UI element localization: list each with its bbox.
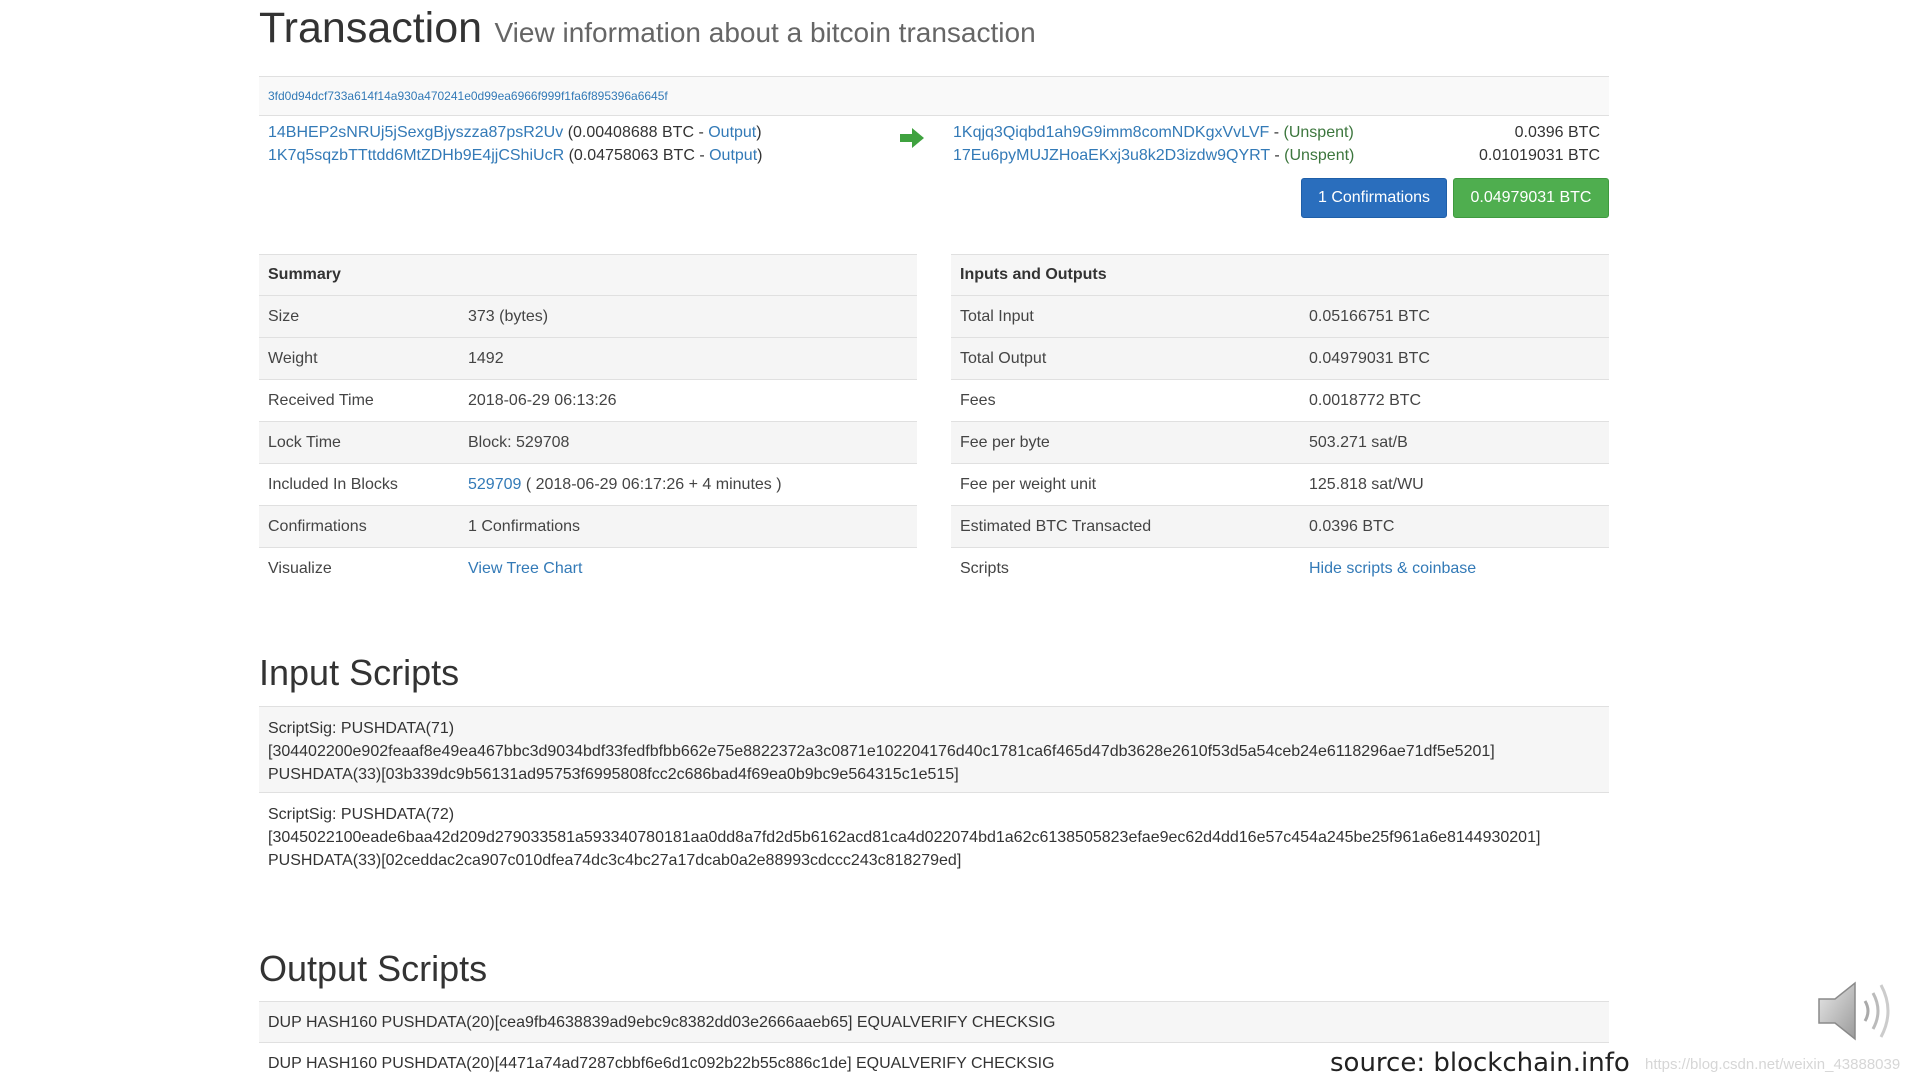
row-value: 2018-06-29 06:13:26 bbox=[459, 379, 917, 422]
row-label: Total Output bbox=[951, 337, 1300, 380]
page-header: Transaction View information about a bit… bbox=[259, 4, 1036, 53]
output-address-link[interactable]: 1Kqjq3Qiqbd1ah9G9imm8comNDKgxVvLVF bbox=[953, 124, 1269, 141]
row-label: Fees bbox=[951, 379, 1300, 422]
row-label: Visualize bbox=[259, 547, 459, 589]
summary-heading: Summary bbox=[259, 254, 917, 296]
input-scripts-title: Input Scripts bbox=[259, 652, 460, 693]
watermark: https://blog.csdn.net/weixin_43888039 bbox=[1645, 1056, 1901, 1073]
table-row: Size 373 (bytes) bbox=[259, 295, 917, 338]
output-sep: - bbox=[1269, 124, 1284, 141]
input-output-link[interactable]: Output bbox=[709, 147, 757, 164]
table-row: Total Input 0.05166751 BTC bbox=[951, 295, 1609, 338]
script-line: PUSHDATA(33)[02ceddac2ca907c010dfea74dc3… bbox=[268, 852, 962, 869]
row-label: Fee per weight unit bbox=[951, 463, 1300, 506]
tx-output-row: 1Kqjq3Qiqbd1ah9G9imm8comNDKgxVvLVF - (Un… bbox=[953, 124, 1354, 142]
row-value: 529709 ( 2018-06-29 06:17:26 + 4 minutes… bbox=[459, 463, 917, 506]
row-label: Included In Blocks bbox=[259, 463, 459, 506]
script-line: [304402200e902feaaf8e49ea467bbc3d9034bdf… bbox=[268, 743, 1495, 760]
tx-io-area: 14BHEP2sNRUj5jSexgBjyszza87psR2Uv (0.004… bbox=[259, 116, 1609, 222]
confirmations-button[interactable]: 1 Confirmations bbox=[1301, 178, 1447, 218]
row-label: Scripts bbox=[951, 547, 1300, 589]
table-row: Received Time 2018-06-29 06:13:26 bbox=[259, 379, 917, 422]
output-sep: - bbox=[1269, 147, 1285, 164]
script-line: ScriptSig: PUSHDATA(72) bbox=[268, 806, 455, 823]
row-label: Weight bbox=[259, 337, 459, 380]
table-row: Weight 1492 bbox=[259, 337, 917, 380]
output-script-row: DUP HASH160 PUSHDATA(20)[cea9fb4638839ad… bbox=[259, 1001, 1609, 1042]
table-row: Confirmations 1 Confirmations bbox=[259, 505, 917, 548]
row-value: View Tree Chart bbox=[459, 547, 917, 589]
row-label: Lock Time bbox=[259, 421, 459, 464]
row-value: 0.04979031 BTC bbox=[1300, 337, 1609, 380]
input-close: ) bbox=[756, 124, 762, 141]
page-title: Transaction bbox=[259, 4, 483, 52]
hide-scripts-link[interactable]: Hide scripts & coinbase bbox=[1309, 560, 1476, 577]
tx-input-row: 14BHEP2sNRUj5jSexgBjyszza87psR2Uv (0.004… bbox=[268, 124, 762, 142]
table-row: Lock Time Block: 529708 bbox=[259, 421, 917, 464]
row-value: 0.05166751 BTC bbox=[1300, 295, 1609, 338]
summary-table: Summary Size 373 (bytes) Weight 1492 Rec… bbox=[259, 254, 917, 589]
row-value: 373 (bytes) bbox=[459, 295, 917, 338]
table-row: Fees 0.0018772 BTC bbox=[951, 379, 1609, 422]
block-time: ( 2018-06-29 06:17:26 + 4 minutes ) bbox=[521, 475, 782, 493]
row-value: 1 Confirmations bbox=[459, 505, 917, 548]
output-amount: 0.01019031 BTC bbox=[1479, 147, 1600, 164]
page-subtitle: View information about a bitcoin transac… bbox=[494, 17, 1036, 48]
input-address-link[interactable]: 1K7q5sqzbTTttdd6MtZDHb9E4jjCShiUcR bbox=[268, 147, 564, 164]
row-value: 503.271 sat/B bbox=[1300, 421, 1609, 464]
table-row: Fee per byte 503.271 sat/B bbox=[951, 421, 1609, 464]
input-address-link[interactable]: 14BHEP2sNRUj5jSexgBjyszza87psR2Uv bbox=[268, 124, 563, 141]
output-status: (Unspent) bbox=[1284, 147, 1355, 164]
speaker-icon[interactable] bbox=[1815, 975, 1895, 1047]
block-link[interactable]: 529709 bbox=[468, 476, 521, 493]
input-amount: (0.04758063 BTC - bbox=[568, 147, 710, 164]
tx-hash-link[interactable]: 3fd0d94dcf733a614f14a930a470241e0d99ea69… bbox=[268, 89, 668, 103]
table-row: Included In Blocks 529709 ( 2018-06-29 0… bbox=[259, 463, 917, 506]
script-line: ScriptSig: PUSHDATA(71) bbox=[268, 720, 455, 737]
table-row: Visualize View Tree Chart bbox=[259, 547, 917, 589]
tx-hash-row: 3fd0d94dcf733a614f14a930a470241e0d99ea69… bbox=[259, 76, 1609, 116]
arrow-right-icon bbox=[900, 128, 924, 148]
output-amount: 0.0396 BTC bbox=[1514, 124, 1600, 141]
input-script-block: ScriptSig: PUSHDATA(71) [304402200e902fe… bbox=[259, 706, 1609, 792]
table-row: Scripts Hide scripts & coinbase bbox=[951, 547, 1609, 589]
input-amount: (0.00408688 BTC - bbox=[567, 124, 709, 141]
inputs-outputs-table: Inputs and Outputs Total Input 0.0516675… bbox=[951, 254, 1609, 589]
row-label: Total Input bbox=[951, 295, 1300, 338]
output-scripts-title: Output Scripts bbox=[259, 948, 488, 989]
total-amount-button[interactable]: 0.04979031 BTC bbox=[1453, 178, 1609, 218]
output-status: (Unspent) bbox=[1283, 124, 1354, 141]
row-label: Size bbox=[259, 295, 459, 338]
row-label: Confirmations bbox=[259, 505, 459, 548]
table-row: Estimated BTC Transacted 0.0396 BTC bbox=[951, 505, 1609, 548]
row-label: Fee per byte bbox=[951, 421, 1300, 464]
script-line: [3045022100eade6baa42d209d279033581a5933… bbox=[268, 829, 1541, 846]
tx-output-row: 17Eu6pyMUJZHoaEKxj3u8k2D3izdw9QYRT - (Un… bbox=[953, 147, 1354, 165]
row-value: Hide scripts & coinbase bbox=[1300, 547, 1609, 589]
table-row: Total Output 0.04979031 BTC bbox=[951, 337, 1609, 380]
output-address-link[interactable]: 17Eu6pyMUJZHoaEKxj3u8k2D3izdw9QYRT bbox=[953, 147, 1270, 164]
source-caption: source: blockchain.info bbox=[1330, 1048, 1630, 1078]
script-line: PUSHDATA(33)[03b339dc9b56131ad95753f6995… bbox=[268, 766, 959, 783]
input-close: ) bbox=[757, 147, 763, 164]
view-tree-chart-link[interactable]: View Tree Chart bbox=[468, 560, 582, 577]
row-value: 1492 bbox=[459, 337, 917, 380]
transaction-box: 3fd0d94dcf733a614f14a930a470241e0d99ea69… bbox=[259, 76, 1609, 221]
input-script-block: ScriptSig: PUSHDATA(72) [3045022100eade6… bbox=[259, 792, 1609, 878]
row-label: Received Time bbox=[259, 379, 459, 422]
tx-input-row: 1K7q5sqzbTTttdd6MtZDHb9E4jjCShiUcR (0.04… bbox=[268, 147, 762, 165]
row-label: Estimated BTC Transacted bbox=[951, 505, 1300, 548]
input-output-link[interactable]: Output bbox=[708, 124, 756, 141]
row-value: 0.0396 BTC bbox=[1300, 505, 1609, 548]
inputs-outputs-heading: Inputs and Outputs bbox=[951, 254, 1609, 296]
row-value: Block: 529708 bbox=[459, 421, 917, 464]
row-value: 125.818 sat/WU bbox=[1300, 463, 1609, 506]
table-row: Fee per weight unit 125.818 sat/WU bbox=[951, 463, 1609, 506]
row-value: 0.0018772 BTC bbox=[1300, 379, 1609, 422]
